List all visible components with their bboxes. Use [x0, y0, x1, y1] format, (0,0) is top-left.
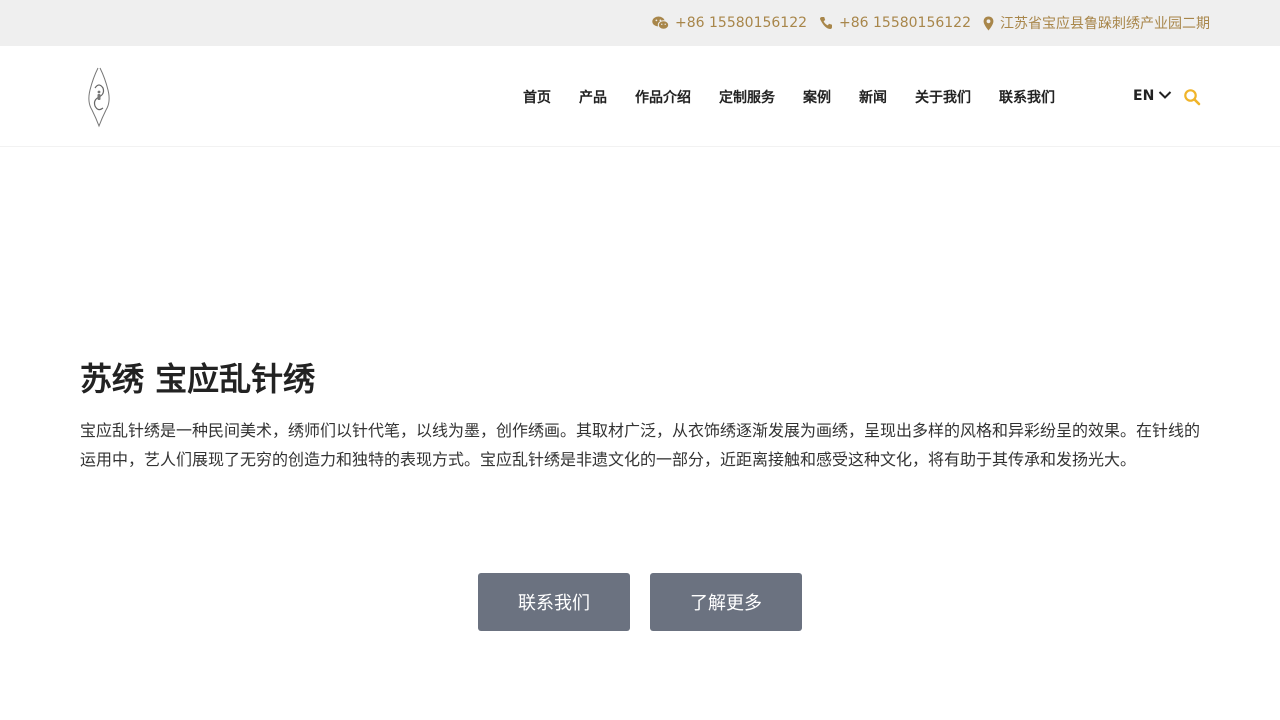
nav-item-cases[interactable]: 案例: [789, 87, 845, 107]
location-pin-icon: [983, 16, 994, 31]
nav-item-custom-service[interactable]: 定制服务: [705, 87, 789, 107]
nav-item-about[interactable]: 关于我们: [901, 87, 985, 107]
hero-description: 宝应乱针绣是一种民间美术，绣师们以针代笔，以线为墨，创作绣画。其取材广泛，从衣饰…: [80, 421, 1201, 470]
top-contact-bar: +86 15580156122 +86 15580156122 江苏省宝应县鲁跺…: [0, 0, 1280, 46]
hero-section: 苏绣 宝应乱针绣 宝应乱针绣是一种民间美术，绣师们以针代笔，以线为墨，创作绣画。…: [80, 360, 1200, 474]
nav-item-works[interactable]: 作品介绍: [621, 87, 705, 107]
language-switcher[interactable]: EN: [1133, 84, 1172, 108]
contact-us-button[interactable]: 联系我们: [478, 573, 630, 631]
address-text: 江苏省宝应县鲁跺刺绣产业园二期: [1000, 16, 1210, 32]
wechat-number: +86 15580156122: [675, 15, 808, 31]
search-icon[interactable]: [1183, 88, 1201, 106]
nav-item-products[interactable]: 产品: [565, 87, 621, 107]
wechat-icon: [652, 16, 670, 30]
address-contact: 江苏省宝应县鲁跺刺绣产业园二期: [983, 13, 1210, 33]
nav-item-contact[interactable]: 联系我们: [985, 87, 1069, 107]
learn-more-button[interactable]: 了解更多: [650, 573, 802, 631]
nav-item-home[interactable]: 首页: [509, 87, 565, 107]
chevron-down-icon: [1158, 88, 1172, 104]
logo[interactable]: [84, 66, 114, 128]
contact-info: +86 15580156122 +86 15580156122 江苏省宝应县鲁跺…: [652, 0, 1210, 46]
nav-item-news[interactable]: 新闻: [845, 87, 901, 107]
phone-contact[interactable]: +86 15580156122: [819, 15, 971, 31]
hero-title: 苏绣 宝应乱针绣: [80, 360, 316, 398]
main-nav: 首页 产品 作品介绍 定制服务 案例 新闻 关于我们 联系我们: [509, 46, 1069, 147]
site-header: 首页 产品 作品介绍 定制服务 案例 新闻 关于我们 联系我们 EN: [0, 46, 1280, 147]
phone-number: +86 15580156122: [839, 15, 971, 31]
wechat-contact[interactable]: +86 15580156122: [652, 15, 807, 31]
language-label: EN: [1133, 88, 1155, 104]
phone-icon: [819, 16, 833, 30]
